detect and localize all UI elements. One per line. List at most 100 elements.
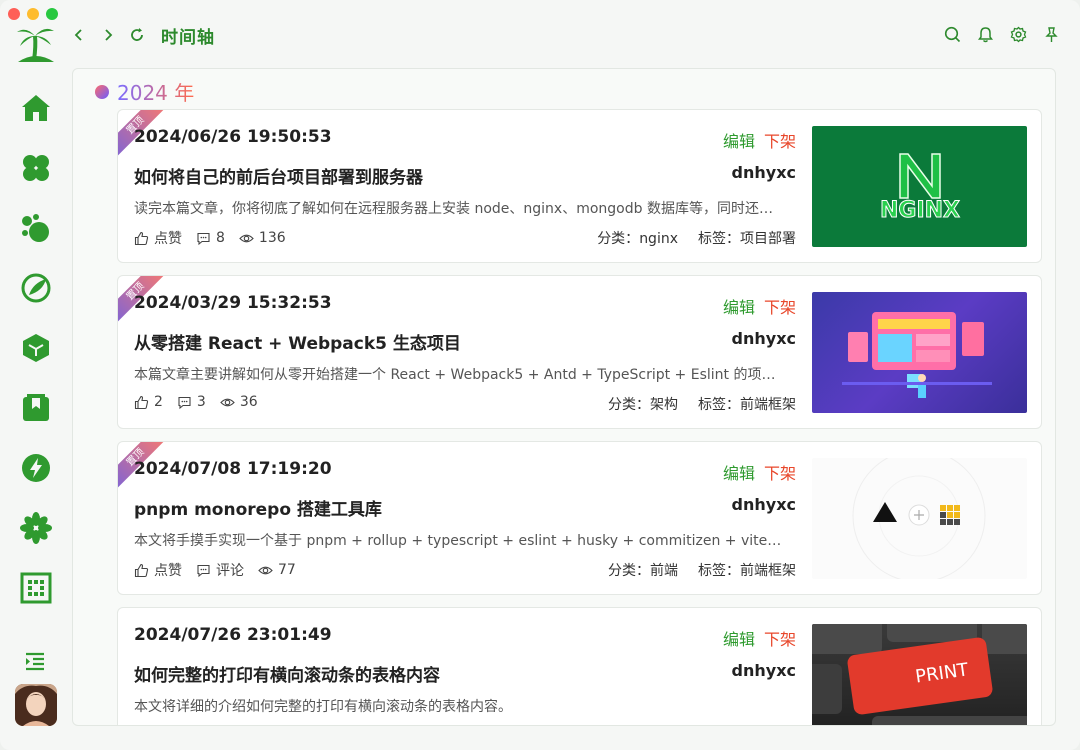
article-tag[interactable]: 标签：前端框架	[698, 394, 796, 414]
sidebar	[0, 0, 70, 750]
back-button[interactable]	[70, 26, 88, 44]
refresh-button[interactable]	[128, 26, 146, 44]
tag-label: 标签：	[698, 231, 740, 247]
unpublish-button[interactable]: 下架	[764, 460, 796, 484]
clover-icon[interactable]	[18, 150, 54, 186]
comment-icon	[178, 396, 191, 409]
thumb-up-icon	[134, 563, 149, 577]
tag-value: 前端框架	[740, 563, 796, 579]
bookmark-icon[interactable]	[18, 390, 54, 426]
like-button[interactable]: 2	[134, 394, 163, 410]
pin-icon[interactable]	[1043, 26, 1060, 43]
tag-label: 标签：	[698, 563, 740, 579]
like-count: 点赞	[154, 231, 182, 247]
edit-button[interactable]: 编辑	[723, 460, 755, 484]
thumb-up-icon	[134, 395, 149, 409]
category-value: 架构	[650, 397, 678, 413]
forward-button[interactable]	[99, 26, 117, 44]
view-count: 136	[258, 230, 286, 246]
tag-label: 标签：	[698, 397, 740, 413]
article-author[interactable]: dnhyxc	[732, 495, 796, 514]
article-date: 2024/06/26 19:50:53	[134, 127, 332, 147]
collapse-menu-icon[interactable]	[24, 650, 46, 672]
views: 36	[220, 394, 258, 410]
bell-icon[interactable]	[977, 26, 994, 43]
eye-icon	[239, 234, 254, 242]
views: 77	[258, 562, 296, 578]
article-category[interactable]: 分类：nginx	[597, 228, 678, 248]
like-button[interactable]: 点赞	[134, 228, 182, 248]
unpublish-button[interactable]: 下架	[764, 626, 796, 650]
comment-button[interactable]: 8	[196, 230, 225, 246]
article-stats: 点赞 8 136	[134, 228, 300, 248]
refresh-icon	[131, 28, 143, 41]
article-date: 2024/07/08 17:19:20	[134, 459, 332, 479]
comment-count: 8	[216, 230, 225, 246]
top-bar: 时间轴	[70, 20, 1060, 50]
like-count: 2	[154, 394, 163, 410]
like-button[interactable]: 点赞	[134, 560, 182, 580]
comment-icon	[197, 232, 210, 245]
page-title: 时间轴	[161, 27, 215, 48]
comment-icon	[197, 564, 210, 577]
article-meta: 分类：前端 标签：前端框架	[608, 560, 796, 580]
search-icon[interactable]	[944, 26, 961, 43]
home-icon[interactable]	[18, 90, 54, 126]
article-author[interactable]: dnhyxc	[732, 661, 796, 680]
comment-count: 评论	[216, 563, 244, 579]
year-header: 2024 年	[95, 77, 194, 106]
bolt-icon[interactable]	[18, 450, 54, 486]
views: 136	[239, 230, 286, 246]
article-category[interactable]: 分类：架构	[608, 394, 678, 414]
article-title[interactable]: 从零搭建 React + Webpack5 生态项目	[134, 329, 461, 354]
thumb-up-icon	[134, 231, 149, 245]
article-meta: 分类：nginx 标签：项目部署	[597, 228, 796, 248]
user-avatar[interactable]	[15, 684, 57, 726]
article-cover-image[interactable]: PRINT	[812, 624, 1027, 725]
article-title[interactable]: pnpm monorepo 搭建工具库	[134, 495, 382, 520]
article-author[interactable]: dnhyxc	[732, 163, 796, 182]
article-date: 2024/03/29 15:32:53	[134, 293, 332, 313]
article-stats: 2 3 36	[134, 394, 272, 410]
article-card[interactable]: 置顶 2024/06/26 19:50:53 编辑 下架 如何将自己的前后台项目…	[117, 109, 1042, 263]
compass-icon[interactable]	[18, 270, 54, 306]
cover-text: NGINX	[880, 198, 960, 223]
article-title[interactable]: 如何完整的打印有横向滚动条的表格内容	[134, 661, 440, 686]
article-tag[interactable]: 标签：项目部署	[698, 228, 796, 248]
chevron-left-icon	[74, 29, 82, 41]
article-cover-image[interactable]	[812, 292, 1027, 413]
tag-value: 项目部署	[740, 231, 796, 247]
article-card[interactable]: 2024/07/26 23:01:49 编辑 下架 如何完整的打印有横向滚动条的…	[117, 607, 1042, 725]
article-cover-image[interactable]	[812, 458, 1027, 579]
category-label: 分类：	[608, 563, 650, 579]
article-cover-image[interactable]: NGINX	[812, 126, 1027, 247]
unpublish-button[interactable]: 下架	[764, 128, 796, 152]
flower-icon[interactable]	[18, 510, 54, 546]
unpublish-button[interactable]: 下架	[764, 294, 796, 318]
cube-icon[interactable]	[18, 330, 54, 366]
palm-logo-icon[interactable]	[14, 22, 58, 66]
comment-button[interactable]: 评论	[196, 560, 244, 580]
edit-button[interactable]: 编辑	[723, 128, 755, 152]
timeline-dot-icon	[95, 84, 109, 99]
edit-button[interactable]: 编辑	[723, 294, 755, 318]
gear-icon[interactable]	[1010, 26, 1027, 43]
edit-button[interactable]: 编辑	[723, 626, 755, 650]
category-label: 分类：	[608, 397, 650, 413]
article-card[interactable]: 置顶 2024/07/08 17:19:20 编辑 下架 pnpm monore…	[117, 441, 1042, 595]
article-card[interactable]: 置顶 2024/03/29 15:32:53 编辑 下架 从零搭建 React …	[117, 275, 1042, 429]
qrcode-icon[interactable]	[18, 570, 54, 606]
article-tag[interactable]: 标签：前端框架	[698, 560, 796, 580]
article-author[interactable]: dnhyxc	[732, 329, 796, 348]
article-desc: 读完本篇文章，你将彻底了解如何在远程服务器上安装 node、nginx、mong…	[134, 201, 784, 217]
bubbles-icon[interactable]	[18, 210, 54, 246]
comment-button[interactable]: 3	[177, 394, 206, 410]
eye-icon	[220, 398, 235, 406]
toolbar-right	[944, 26, 1060, 43]
article-desc: 本篇文章主要讲解如何从零开始搭建一个 React + Webpack5 + An…	[134, 367, 784, 383]
view-count: 77	[278, 562, 296, 578]
article-desc: 本文将详细的介绍如何完整的打印有横向滚动条的表格内容。	[134, 699, 512, 715]
article-title[interactable]: 如何将自己的前后台项目部署到服务器	[134, 163, 423, 188]
eye-icon	[258, 566, 273, 574]
article-category[interactable]: 分类：前端	[608, 560, 678, 580]
